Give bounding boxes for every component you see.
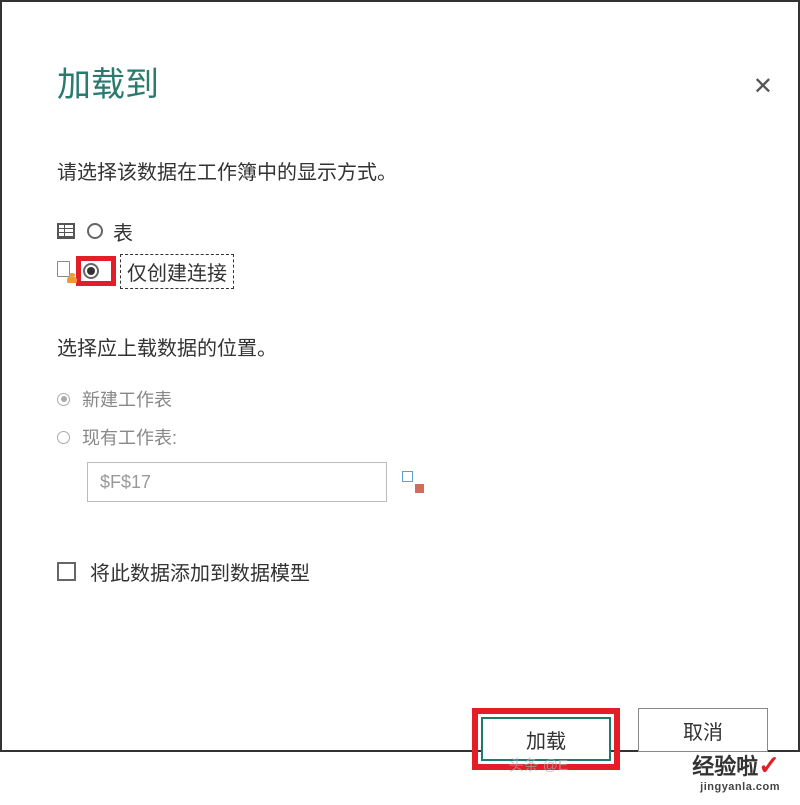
new-sheet-label: 新建工作表 [82,386,172,412]
data-model-section[interactable]: 将此数据添加到数据模型 [57,557,798,586]
data-model-checkbox[interactable] [57,562,76,581]
existing-sheet-label: 现有工作表: [82,424,177,450]
table-label: 表 [113,217,133,246]
option-table-row[interactable]: 表 [57,215,798,247]
data-model-label: 将此数据添加到数据模型 [90,557,310,586]
watermark-toutiao: 头条 @E [509,754,568,775]
load-to-dialog: ✕ 加载到 请选择该数据在工作簿中的显示方式。 表 仅创建连接 选择应上载数据的… [2,57,798,805]
upload-location-section: 选择应上载数据的位置。 新建工作表 现有工作表: [57,332,798,502]
display-mode-section: 请选择该数据在工作簿中的显示方式。 表 仅创建连接 [57,156,798,287]
cell-reference-row [87,462,798,502]
option-new-sheet-row: 新建工作表 [57,386,798,412]
existing-sheet-radio [57,431,70,444]
highlight-marker [76,256,116,286]
checkmark-icon: ✓ [758,750,780,780]
table-icon [57,223,75,239]
upload-location-prompt: 选择应上载数据的位置。 [57,332,798,361]
focus-indicator: 仅创建连接 [120,254,234,289]
collapse-dialog-icon [402,471,424,493]
watermark-brand: 经验啦✓ jingyanla.com [692,749,780,793]
dialog-title: 加载到 [57,57,798,106]
table-radio[interactable] [87,223,103,239]
connection-icon [57,261,77,281]
new-sheet-radio [57,393,70,406]
display-mode-prompt: 请选择该数据在工作簿中的显示方式。 [57,156,798,185]
close-icon[interactable]: ✕ [753,72,773,101]
connection-only-label: 仅创建连接 [127,257,227,286]
cancel-button[interactable]: 取消 [638,708,768,752]
cell-reference-input [87,462,387,502]
connection-only-radio[interactable] [83,263,99,279]
option-existing-sheet-row: 现有工作表: [57,424,798,450]
option-connection-only-row[interactable]: 仅创建连接 [57,255,798,287]
